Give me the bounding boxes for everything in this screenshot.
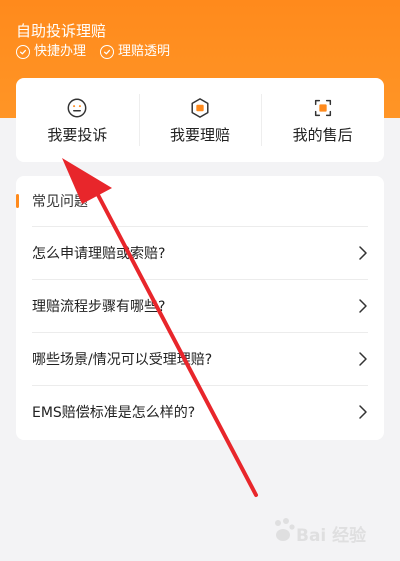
page-title: 自助投诉理赔	[16, 22, 107, 40]
faq-item[interactable]: 理赔流程步骤有哪些?	[32, 279, 368, 332]
action-label: 我要理赔	[170, 125, 231, 144]
after-sales-icon	[314, 99, 331, 116]
section-accent-bar	[16, 194, 19, 208]
faq-question: 怎么申请理赔或索赔?	[32, 246, 166, 262]
faq-list: 怎么申请理赔或索赔? 理赔流程步骤有哪些? 哪些场景/情况可以受理理赔? EMS…	[16, 226, 384, 438]
action-label: 我的售后	[292, 125, 353, 144]
watermark: Bai 经验	[272, 513, 382, 547]
tag-transparent: 理赔透明	[100, 44, 170, 60]
faq-title: 常见问题	[32, 194, 88, 210]
faq-item[interactable]: EMS赔偿标准是怎么样的?	[32, 385, 368, 438]
faq-question: 哪些场景/情况可以受理理赔?	[32, 352, 213, 368]
chevron-right-icon	[359, 405, 367, 419]
claim-button[interactable]: 我要理赔	[138, 78, 262, 162]
tag-label: 快捷办理	[34, 44, 87, 59]
faq-question: EMS赔偿标准是怎么样的?	[32, 405, 196, 421]
check-circle-icon	[16, 45, 30, 59]
claim-badge-icon	[191, 97, 209, 118]
faq-item[interactable]: 怎么申请理赔或索赔?	[32, 226, 368, 279]
watermark-text: Bai 经验	[296, 526, 367, 546]
complaint-face-icon	[67, 98, 87, 117]
check-circle-icon	[100, 45, 115, 59]
tag-label: 理赔透明	[118, 44, 171, 59]
chevron-right-icon	[359, 299, 367, 313]
faq-card: 常见问题 怎么申请理赔或索赔? 理赔流程步骤有哪些? 哪些场景/情况可以受理理赔…	[16, 176, 384, 440]
chevron-right-icon	[359, 352, 367, 366]
faq-question: 理赔流程步骤有哪些?	[32, 299, 166, 315]
faq-item[interactable]: 哪些场景/情况可以受理理赔?	[32, 332, 368, 385]
feature-tags: 快捷办理 理赔透明	[16, 44, 170, 60]
complaint-button[interactable]: 我要投诉	[16, 78, 139, 162]
chevron-right-icon	[359, 246, 367, 260]
faq-header: 常见问题	[16, 176, 384, 226]
after-sales-button[interactable]: 我的售后	[261, 78, 384, 162]
action-label: 我要投诉	[47, 125, 108, 144]
quick-actions-card: 我要投诉 我要理赔 我的售后	[16, 78, 384, 162]
tag-fast: 快捷办理	[16, 44, 86, 60]
paw-logo-icon	[275, 518, 295, 541]
